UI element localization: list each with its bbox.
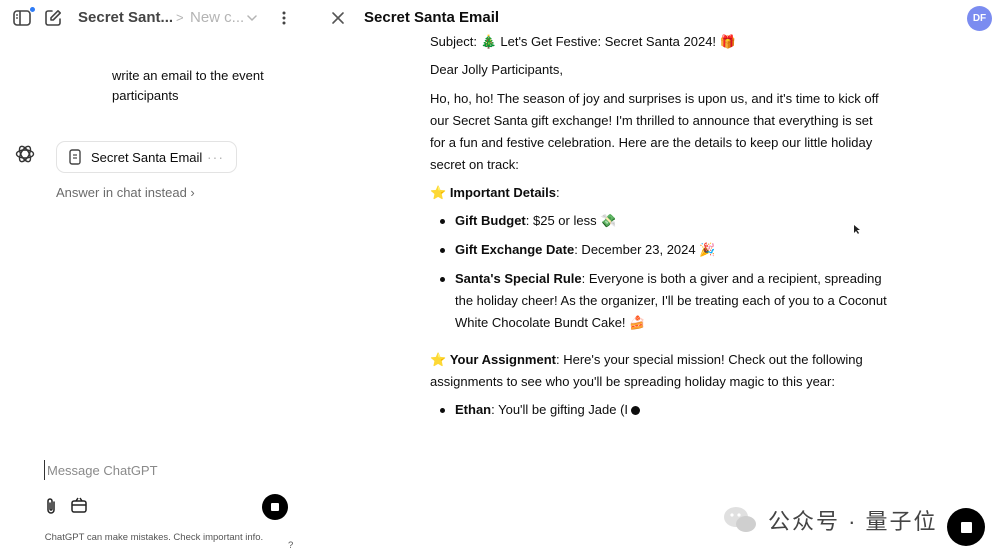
- star-emoji: ⭐: [430, 185, 450, 200]
- stop-generating-button[interactable]: [262, 494, 288, 520]
- card-more-icon[interactable]: ···: [207, 149, 224, 165]
- help-button[interactable]: ?: [288, 540, 293, 551]
- new-chat-icon[interactable]: [44, 9, 62, 27]
- item-label: Ethan: [455, 402, 492, 417]
- chat-topbar: Secret Sant... > New c...: [0, 0, 310, 36]
- chat-panel: Secret Sant... > New c... write an email…: [0, 0, 310, 559]
- item-label: Gift Exchange Date: [455, 242, 575, 257]
- notification-dot: [29, 6, 36, 13]
- star-emoji: ⭐: [430, 352, 450, 367]
- canvas-card[interactable]: Secret Santa Email ···: [56, 141, 237, 173]
- details-heading-line: ⭐ Important Details:: [430, 182, 888, 204]
- typing-cursor: [631, 406, 641, 416]
- list-item: Ethan: You'll be gifting Jade (I: [430, 399, 900, 421]
- item-text: : $25 or less 💸: [525, 213, 617, 228]
- user-message: write an email to the event participants: [112, 68, 264, 103]
- chat-title[interactable]: Secret Sant...: [78, 9, 173, 26]
- item-text: : You'll be gifting Jade (I: [491, 402, 629, 417]
- assignment-heading: Your Assignment: [449, 352, 556, 367]
- watermark-text: 公众号 · 量子位: [768, 509, 938, 534]
- wechat-icon: [722, 505, 758, 535]
- assignments-list: Ethan: You'll be gifting Jade (I: [430, 399, 900, 428]
- list-item: Gift Budget: $25 or less 💸: [430, 210, 900, 232]
- list-item: Gift Exchange Date: December 23, 2024 🎉: [430, 239, 900, 261]
- document-icon: [69, 149, 83, 165]
- item-label: Santa's Special Rule: [455, 271, 582, 286]
- close-icon[interactable]: [330, 10, 346, 26]
- watermark: 公众号 · 量子位: [722, 504, 938, 536]
- breadcrumb-new-chat[interactable]: New c...: [190, 9, 244, 26]
- details-colon: :: [556, 185, 560, 200]
- assignment-paragraph: ⭐ Your Assignment: Here's your special m…: [430, 349, 888, 393]
- message-input[interactable]: [44, 460, 294, 480]
- sidebar-toggle-icon[interactable]: [12, 6, 36, 28]
- more-options-icon[interactable]: [278, 9, 290, 27]
- email-intro: Ho, ho, ho! The season of joy and surpri…: [430, 91, 879, 172]
- breadcrumb-separator: >: [176, 10, 184, 25]
- canvas-card-label: Secret Santa Email: [91, 149, 203, 165]
- attach-icon[interactable]: [44, 496, 58, 516]
- details-heading: Important Details: [449, 185, 556, 200]
- stop-icon: [960, 521, 972, 533]
- stop-generating-button[interactable]: [947, 508, 985, 546]
- email-subject: Subject: 🎄 Let's Get Festive: Secret San…: [430, 34, 736, 49]
- chatgpt-logo-icon: [14, 143, 36, 165]
- email-document[interactable]: Subject: 🎄 Let's Get Festive: Secret San…: [430, 0, 900, 559]
- tools-icon[interactable]: [70, 496, 90, 516]
- mouse-pointer-icon: [853, 222, 861, 234]
- disclaimer-text: ChatGPT can make mistakes. Check importa…: [44, 532, 264, 543]
- avatar[interactable]: DF: [967, 6, 992, 31]
- answer-in-chat-link[interactable]: Answer in chat instead ›: [56, 185, 195, 200]
- item-text: : December 23, 2024 🎉: [574, 242, 716, 257]
- details-list: Gift Budget: $25 or less 💸 Gift Exchange…: [430, 210, 900, 341]
- stop-icon: [271, 503, 279, 511]
- item-label: Gift Budget: [455, 213, 526, 228]
- list-item: Santa's Special Rule: Everyone is both a…: [430, 268, 900, 334]
- email-greeting: Dear Jolly Participants,: [430, 62, 563, 77]
- chevron-down-icon[interactable]: [246, 11, 258, 23]
